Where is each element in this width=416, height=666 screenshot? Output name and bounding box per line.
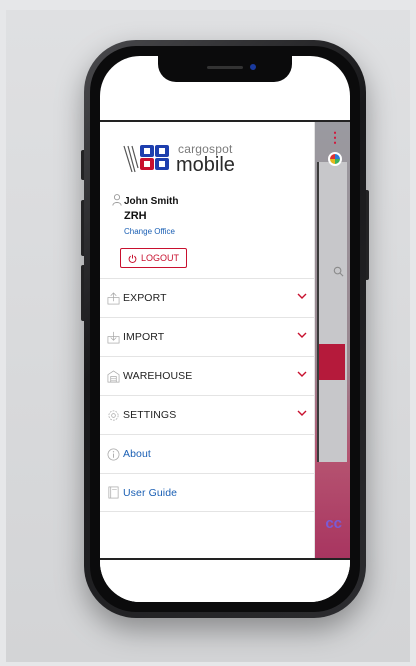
bottom-bar — [100, 558, 350, 602]
search-icon[interactable] — [333, 266, 344, 280]
menu-item-export[interactable]: EXPORT — [100, 278, 315, 317]
menu-label-user-guide: User Guide — [123, 486, 178, 499]
phone-frame: ⋮ cc cargospot mobile John Smith ZRH Cha… — [84, 40, 366, 618]
camera-icon — [250, 64, 256, 70]
kebab-menu-icon[interactable]: ⋮ — [328, 130, 342, 144]
menu-item-warehouse[interactable]: WAREHOUSE — [100, 356, 315, 395]
menu-list: EXPORT IMPORT WAREHOUSE SETTINGS About U… — [100, 278, 315, 512]
speaker-grille — [207, 66, 243, 69]
settings-icon — [106, 408, 120, 422]
menu-item-about[interactable]: About — [100, 434, 315, 473]
chevron-down-icon[interactable] — [297, 409, 307, 417]
menu-item-import[interactable]: IMPORT — [100, 317, 315, 356]
navigation-drawer: cargospot mobile John Smith ZRH Change O… — [100, 122, 315, 558]
notch — [158, 56, 292, 82]
book-icon — [106, 486, 120, 500]
logo-text-mobile: mobile — [176, 154, 235, 176]
menu-label-export: EXPORT — [123, 292, 167, 304]
menu-label-about: About — [123, 448, 151, 460]
chevron-down-icon[interactable] — [297, 331, 307, 339]
phone-screen: ⋮ cc cargospot mobile John Smith ZRH Cha… — [100, 56, 350, 602]
app-logo: cargospot mobile — [122, 140, 262, 180]
app-badge-icon — [328, 152, 342, 166]
cargospot-logo-icon — [123, 145, 169, 173]
chevron-down-icon[interactable] — [297, 370, 307, 378]
warehouse-icon — [106, 369, 120, 383]
menu-label-warehouse: WAREHOUSE — [123, 370, 193, 382]
power-icon — [128, 254, 137, 263]
menu-label-settings: SETTINGS — [123, 409, 177, 421]
menu-item-settings[interactable]: SETTINGS — [100, 395, 315, 434]
user-office: ZRH — [124, 210, 147, 222]
menu-label-import: IMPORT — [123, 331, 165, 343]
user-icon — [112, 194, 122, 206]
export-icon — [106, 291, 120, 305]
brand-mark-icon: cc — [325, 515, 342, 532]
menu-item-user-guide[interactable]: User Guide — [100, 473, 315, 512]
import-icon — [106, 330, 120, 344]
logout-label: LOGOUT — [140, 253, 179, 263]
phone-bezel: ⋮ cc cargospot mobile John Smith ZRH Cha… — [90, 46, 360, 612]
chevron-down-icon[interactable] — [297, 292, 307, 300]
user-name: John Smith — [124, 196, 179, 207]
background-action-button[interactable] — [319, 344, 345, 380]
info-icon — [106, 447, 120, 461]
change-office-link[interactable]: Change Office — [124, 227, 175, 236]
background-app[interactable]: ⋮ cc — [315, 122, 350, 558]
logout-button[interactable]: LOGOUT — [120, 248, 187, 268]
background-card — [317, 162, 347, 462]
